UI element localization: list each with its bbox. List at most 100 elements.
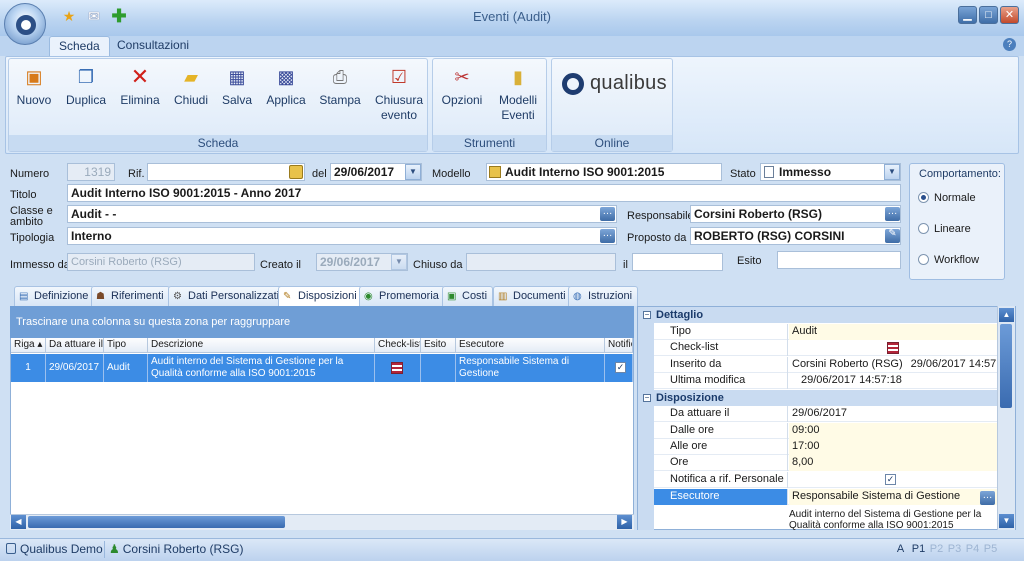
- tipologia-field[interactable]: Interno: [67, 227, 617, 245]
- close-button[interactable]: ✕: [1000, 6, 1019, 24]
- elimina-button[interactable]: ✕ Elimina: [118, 66, 162, 108]
- proposto-field[interactable]: ROBERTO (RSG) CORSINI: [690, 227, 901, 245]
- esito-field[interactable]: [777, 251, 901, 269]
- help-icon[interactable]: ?: [1003, 38, 1016, 51]
- scrollbar-thumb[interactable]: [1000, 324, 1012, 408]
- modello-field[interactable]: Audit Interno ISO 9001:2015: [486, 163, 722, 181]
- star-icon[interactable]: ★: [60, 8, 78, 24]
- page-p5[interactable]: P5: [982, 541, 999, 558]
- lock-icon[interactable]: [289, 165, 303, 179]
- column-header-esecutore[interactable]: Esecutore: [456, 338, 605, 353]
- more-dots-icon[interactable]: …: [600, 207, 615, 221]
- tab-documenti[interactable]: ▥ Documenti: [493, 286, 572, 306]
- rif-field[interactable]: [147, 163, 305, 181]
- scroll-left-icon[interactable]: ◀: [11, 515, 26, 529]
- stato-field[interactable]: Immesso: [760, 163, 901, 181]
- tab-dati-personalizzati[interactable]: ⚙ Dati Personalizzati: [168, 286, 286, 306]
- mail-icon[interactable]: ✉: [85, 8, 103, 24]
- page-p2[interactable]: P2: [928, 541, 945, 558]
- property-row[interactable]: Check-list: [654, 340, 997, 356]
- tab-definizione[interactable]: ▤ Definizione: [14, 286, 95, 306]
- table-row[interactable]: 1: [11, 354, 46, 382]
- table-cell[interactable]: ✓: [605, 354, 633, 382]
- radio-normale[interactable]: [918, 192, 929, 203]
- column-header-riga[interactable]: Riga ▴: [11, 338, 46, 353]
- classe-field[interactable]: Audit - -: [67, 205, 617, 223]
- table-cell[interactable]: Responsabile Sistema di Gestione: [456, 354, 605, 382]
- tab-riferimenti[interactable]: ☗ Riferimenti: [91, 286, 170, 306]
- column-header-notifica[interactable]: Notific: [605, 338, 633, 353]
- collapse-icon[interactable]: −: [643, 311, 651, 319]
- table-cell[interactable]: [375, 354, 421, 382]
- tab-consultazioni[interactable]: Consultazioni: [108, 36, 198, 56]
- property-row[interactable]: Notifica a rif. Personale ✓: [654, 472, 997, 488]
- page-a[interactable]: A: [892, 541, 909, 558]
- modelli-eventi-button[interactable]: ▮ Modelli Eventi: [493, 66, 543, 123]
- chevron-down-icon[interactable]: ▼: [405, 164, 421, 180]
- column-header-esito[interactable]: Esito: [421, 338, 456, 353]
- chevron-down-icon[interactable]: ▼: [884, 164, 900, 180]
- add-icon[interactable]: ✚: [110, 7, 128, 25]
- property-value[interactable]: 8,00: [789, 455, 997, 471]
- radio-lineare[interactable]: [918, 223, 929, 234]
- responsabile-field[interactable]: Corsini Roberto (RSG): [690, 205, 901, 223]
- radio-workflow[interactable]: [918, 254, 929, 265]
- tab-istruzioni[interactable]: ◍ Istruzioni: [568, 286, 639, 306]
- page-p3[interactable]: P3: [946, 541, 963, 558]
- property-value[interactable]: 29/06/2017: [789, 406, 997, 422]
- status-user[interactable]: ♟ Corsini Roberto (RSG): [104, 541, 247, 558]
- table-cell[interactable]: [421, 354, 456, 382]
- page-p1[interactable]: P1: [910, 541, 927, 558]
- property-value[interactable]: 09:00: [789, 423, 997, 439]
- scrollbar-thumb[interactable]: [28, 516, 285, 528]
- collapse-icon[interactable]: −: [643, 394, 651, 402]
- property-row-selected[interactable]: Esecutore Responsabile Sistema di Gestion…: [654, 489, 997, 505]
- titolo-field[interactable]: Audit Interno ISO 9001:2015 - Anno 2017: [67, 184, 901, 202]
- scroll-down-icon[interactable]: ▼: [999, 514, 1014, 528]
- nuovo-button[interactable]: ▣ Nuovo: [12, 66, 56, 108]
- checkbox-checked-icon[interactable]: ✓: [885, 474, 896, 485]
- property-value[interactable]: 17:00: [789, 439, 997, 455]
- salva-button[interactable]: ▦ Salva: [218, 66, 256, 108]
- tab-costi[interactable]: ▣ Costi: [442, 286, 494, 306]
- maximize-button[interactable]: □: [979, 6, 998, 24]
- qualibus-logo[interactable]: qualibus: [562, 72, 667, 95]
- edit-user-icon[interactable]: ✎: [885, 229, 900, 243]
- property-row[interactable]: Ultima modifica 29/06/2017 14:57:18: [654, 373, 997, 389]
- app-menu-orb[interactable]: [4, 3, 46, 45]
- group-by-area[interactable]: Trascinare una colonna su questa zona pe…: [10, 306, 634, 338]
- applica-button[interactable]: ▩ Applica: [262, 66, 310, 108]
- scroll-up-icon[interactable]: ▲: [999, 308, 1014, 322]
- property-row[interactable]: Dalle ore 09:00: [654, 423, 997, 439]
- column-header-tipo[interactable]: Tipo: [104, 338, 148, 353]
- more-dots-icon[interactable]: …: [885, 207, 900, 221]
- property-row[interactable]: Inserito da Corsini Roberto (RSG) 29/06/20…: [654, 357, 997, 373]
- column-header-da-attuare[interactable]: Da attuare il: [46, 338, 104, 353]
- more-dots-icon[interactable]: …: [980, 491, 995, 505]
- stampa-button[interactable]: ⎙ Stampa: [316, 66, 364, 108]
- chiusura-evento-button[interactable]: ☑ Chiusura evento: [372, 66, 426, 123]
- property-row[interactable]: Da attuare il 29/06/2017: [654, 406, 997, 422]
- minimize-button[interactable]: ▁: [958, 6, 977, 24]
- il-field[interactable]: [632, 253, 723, 271]
- property-row[interactable]: Ore 8,00: [654, 455, 997, 471]
- duplica-button[interactable]: ❐ Duplica: [62, 66, 110, 108]
- tab-scheda[interactable]: Scheda: [49, 36, 110, 56]
- more-dots-icon[interactable]: …: [600, 229, 615, 243]
- property-row[interactable]: Tipo Audit: [654, 324, 997, 340]
- tab-disposizioni[interactable]: ✎ Disposizioni: [278, 286, 363, 307]
- category-dettaglio[interactable]: − Dettaglio: [638, 307, 997, 323]
- tab-promemoria[interactable]: ◉ Promemoria: [359, 286, 445, 306]
- table-cell[interactable]: 29/06/2017: [46, 354, 104, 382]
- page-p4[interactable]: P4: [964, 541, 981, 558]
- opzioni-button[interactable]: ✂ Opzioni: [438, 66, 486, 108]
- category-disposizione[interactable]: − Disposizione: [638, 390, 997, 406]
- scroll-right-icon[interactable]: ▶: [617, 515, 632, 529]
- status-app[interactable]: Qualibus Demo: [2, 541, 107, 558]
- chiudi-button[interactable]: ▰ Chiudi: [170, 66, 212, 108]
- property-row[interactable]: Alle ore 17:00: [654, 439, 997, 455]
- table-cell[interactable]: Audit: [104, 354, 148, 382]
- property-value[interactable]: Responsabile Sistema di Gestione: [789, 489, 997, 505]
- checkbox-checked-icon[interactable]: ✓: [615, 362, 626, 373]
- column-header-checklist[interactable]: Check-list: [375, 338, 421, 353]
